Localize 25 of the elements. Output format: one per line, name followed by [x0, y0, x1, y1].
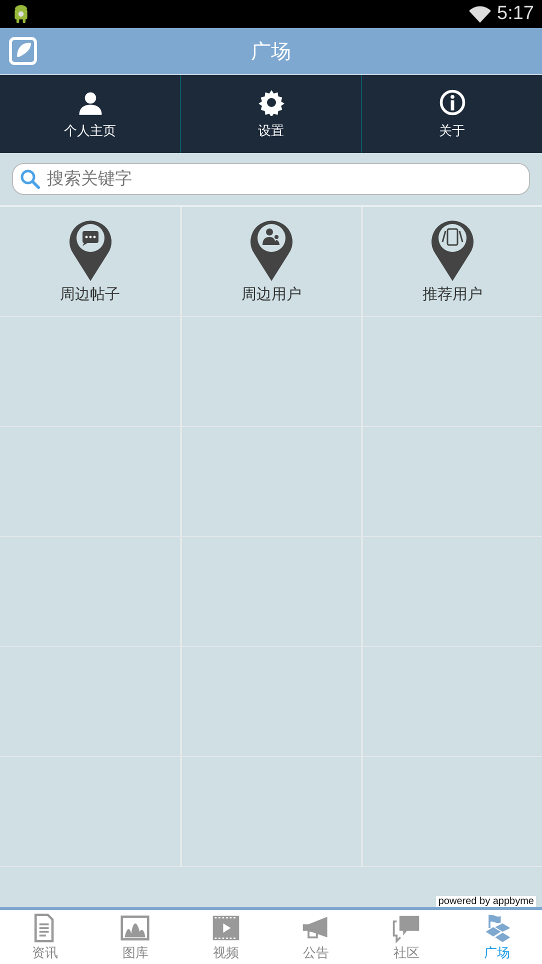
settings-icon [258, 88, 284, 116]
nav-button[interactable]: 关于 [361, 75, 542, 153]
search-field[interactable]: 搜索关键字 [12, 163, 530, 195]
wifi-icon [469, 6, 492, 22]
tab[interactable]: 资讯 [0, 910, 90, 964]
grid-item[interactable]: 周边帖子 [0, 207, 180, 316]
search-icon [20, 169, 40, 189]
android-icon [12, 4, 30, 24]
tab[interactable]: 公告 [270, 910, 362, 964]
nav-button[interactable]: 设置 [180, 75, 361, 153]
tab[interactable]: 社区 [361, 910, 452, 964]
users-pin-icon [249, 219, 294, 281]
info-icon [438, 88, 466, 116]
powered-by-text: powered by appbyme [436, 896, 536, 907]
grid-item[interactable]: 推荐用户 [361, 207, 542, 316]
page-title: 广场 [251, 38, 291, 64]
tab[interactable]: 图库 [90, 910, 181, 964]
tab[interactable]: 视频 [180, 910, 271, 964]
image-icon [120, 912, 150, 942]
nav-button[interactable]: 个人主页 [0, 75, 180, 153]
edit-icon[interactable] [9, 37, 37, 65]
grid-item[interactable]: 周边用户 [180, 207, 361, 316]
clock: 5:17 [497, 3, 534, 25]
phones-pin-icon [430, 219, 475, 281]
chat-pin-icon [68, 219, 112, 281]
